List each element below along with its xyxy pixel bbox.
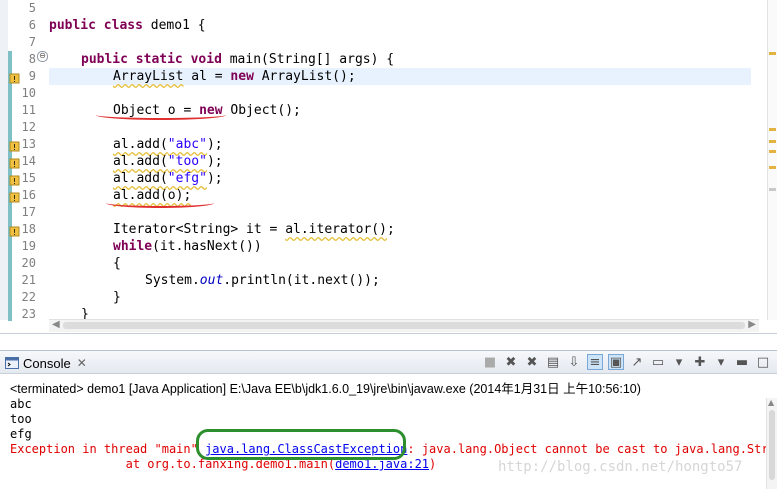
line-number: 5 xyxy=(28,1,36,15)
code-line: public static void main(String[] args) { xyxy=(81,52,395,67)
chevron-down-icon[interactable]: ▾ xyxy=(671,354,687,370)
collapse-toggle-icon[interactable]: ⊖ xyxy=(37,51,48,62)
line-number: 21 xyxy=(21,273,36,287)
scroll-left-icon[interactable]: ◀ xyxy=(52,319,60,330)
line-number: 16 xyxy=(21,188,36,202)
code-line: } xyxy=(113,290,121,305)
scroll-up-icon[interactable]: ▲ xyxy=(768,398,774,407)
console-toolbar: ■ ✖ ✖ ▤ ⇩ ≡ ▣ ↗ ▭ ▾ ✚ ▾ ▬ □ xyxy=(482,354,771,370)
horizontal-scrollbar[interactable]: ◀ ▶ xyxy=(49,319,759,332)
code-line: al.add("abc"); xyxy=(113,137,223,152)
console-output-line: abc xyxy=(10,397,32,411)
line-number: 6 xyxy=(28,18,36,32)
clear-console-icon[interactable]: ▤ xyxy=(545,354,561,370)
show-on-output-icon[interactable]: ▣ xyxy=(608,354,624,370)
line-number: 19 xyxy=(21,239,36,253)
line-number: 9 xyxy=(28,69,36,83)
console-tab-bar: Console ✕ ■ ✖ ✖ ▤ ⇩ ≡ ▣ ↗ ▭ ▾ ✚ ▾ ▬ □ xyxy=(0,351,777,374)
line-number: 18 xyxy=(21,222,36,236)
console-icon xyxy=(5,357,19,369)
code-line: public class demo1 { xyxy=(49,18,206,33)
chevron-down-icon[interactable]: ▾ xyxy=(713,354,729,370)
scroll-lock-icon[interactable]: ⇩ xyxy=(566,354,582,370)
scroll-right-icon[interactable]: ▶ xyxy=(748,319,756,330)
tab-console[interactable]: Console ✕ xyxy=(5,354,87,372)
word-wrap-icon[interactable]: ≡ xyxy=(587,354,603,370)
line-number: 10 xyxy=(21,86,36,100)
code-line: { xyxy=(113,256,121,271)
scrollbar-thumb[interactable] xyxy=(769,410,775,480)
remove-all-icon[interactable]: ✖ xyxy=(524,354,540,370)
line-number: 11 xyxy=(21,103,36,117)
code-editor[interactable]: ! ! ! ! ! ! 5 6 7 8 9 10 11 12 13 14 15 … xyxy=(0,0,777,334)
line-number: 15 xyxy=(21,171,36,185)
display-console-icon[interactable]: ▭ xyxy=(650,354,666,370)
code-line: ArrayList al = new ArrayList(); xyxy=(113,69,356,84)
line-number: 14 xyxy=(21,154,36,168)
code-line: Iterator<String> it = al.iterator(); xyxy=(113,222,395,237)
tab-console-label: Console xyxy=(23,355,71,371)
line-number: 8 xyxy=(28,52,36,66)
maximize-icon[interactable]: □ xyxy=(755,354,771,370)
code-line: while(it.hasNext()) xyxy=(113,239,262,254)
scrollbar-thumb[interactable] xyxy=(63,322,745,329)
overview-ruler[interactable] xyxy=(767,0,777,320)
editor-ruler xyxy=(0,0,8,320)
line-number: 7 xyxy=(28,35,36,49)
code-line: System.out.println(it.next()); xyxy=(145,273,380,288)
line-number: 22 xyxy=(21,290,36,304)
line-number: 17 xyxy=(21,205,36,219)
annotation-underline xyxy=(96,110,226,120)
line-number: 23 xyxy=(21,307,36,321)
vertical-scrollbar[interactable]: ▲ xyxy=(766,398,777,489)
remove-launch-icon[interactable]: ✖ xyxy=(503,354,519,370)
annotation-underline xyxy=(106,198,214,208)
process-status: <terminated> demo1 [Java Application] E:… xyxy=(10,382,641,396)
terminate-icon[interactable]: ■ xyxy=(482,354,498,370)
annotation-highlight-box xyxy=(196,429,406,460)
console-output-line: too xyxy=(10,412,32,426)
code-line: al.add("efg"); xyxy=(113,171,223,186)
code-line: al.add("too"); xyxy=(113,154,223,169)
pin-console-icon[interactable]: ↗ xyxy=(629,354,645,370)
line-number: 13 xyxy=(21,137,36,151)
close-icon[interactable]: ✕ xyxy=(77,356,87,370)
console-output-line: efg xyxy=(10,427,32,441)
line-number: 12 xyxy=(21,120,36,134)
watermark: http://blog.csdn.net/hongto57 xyxy=(498,459,743,475)
line-number: 20 xyxy=(21,256,36,270)
new-console-icon[interactable]: ✚ xyxy=(692,354,708,370)
minimize-icon[interactable]: ▬ xyxy=(734,354,750,370)
